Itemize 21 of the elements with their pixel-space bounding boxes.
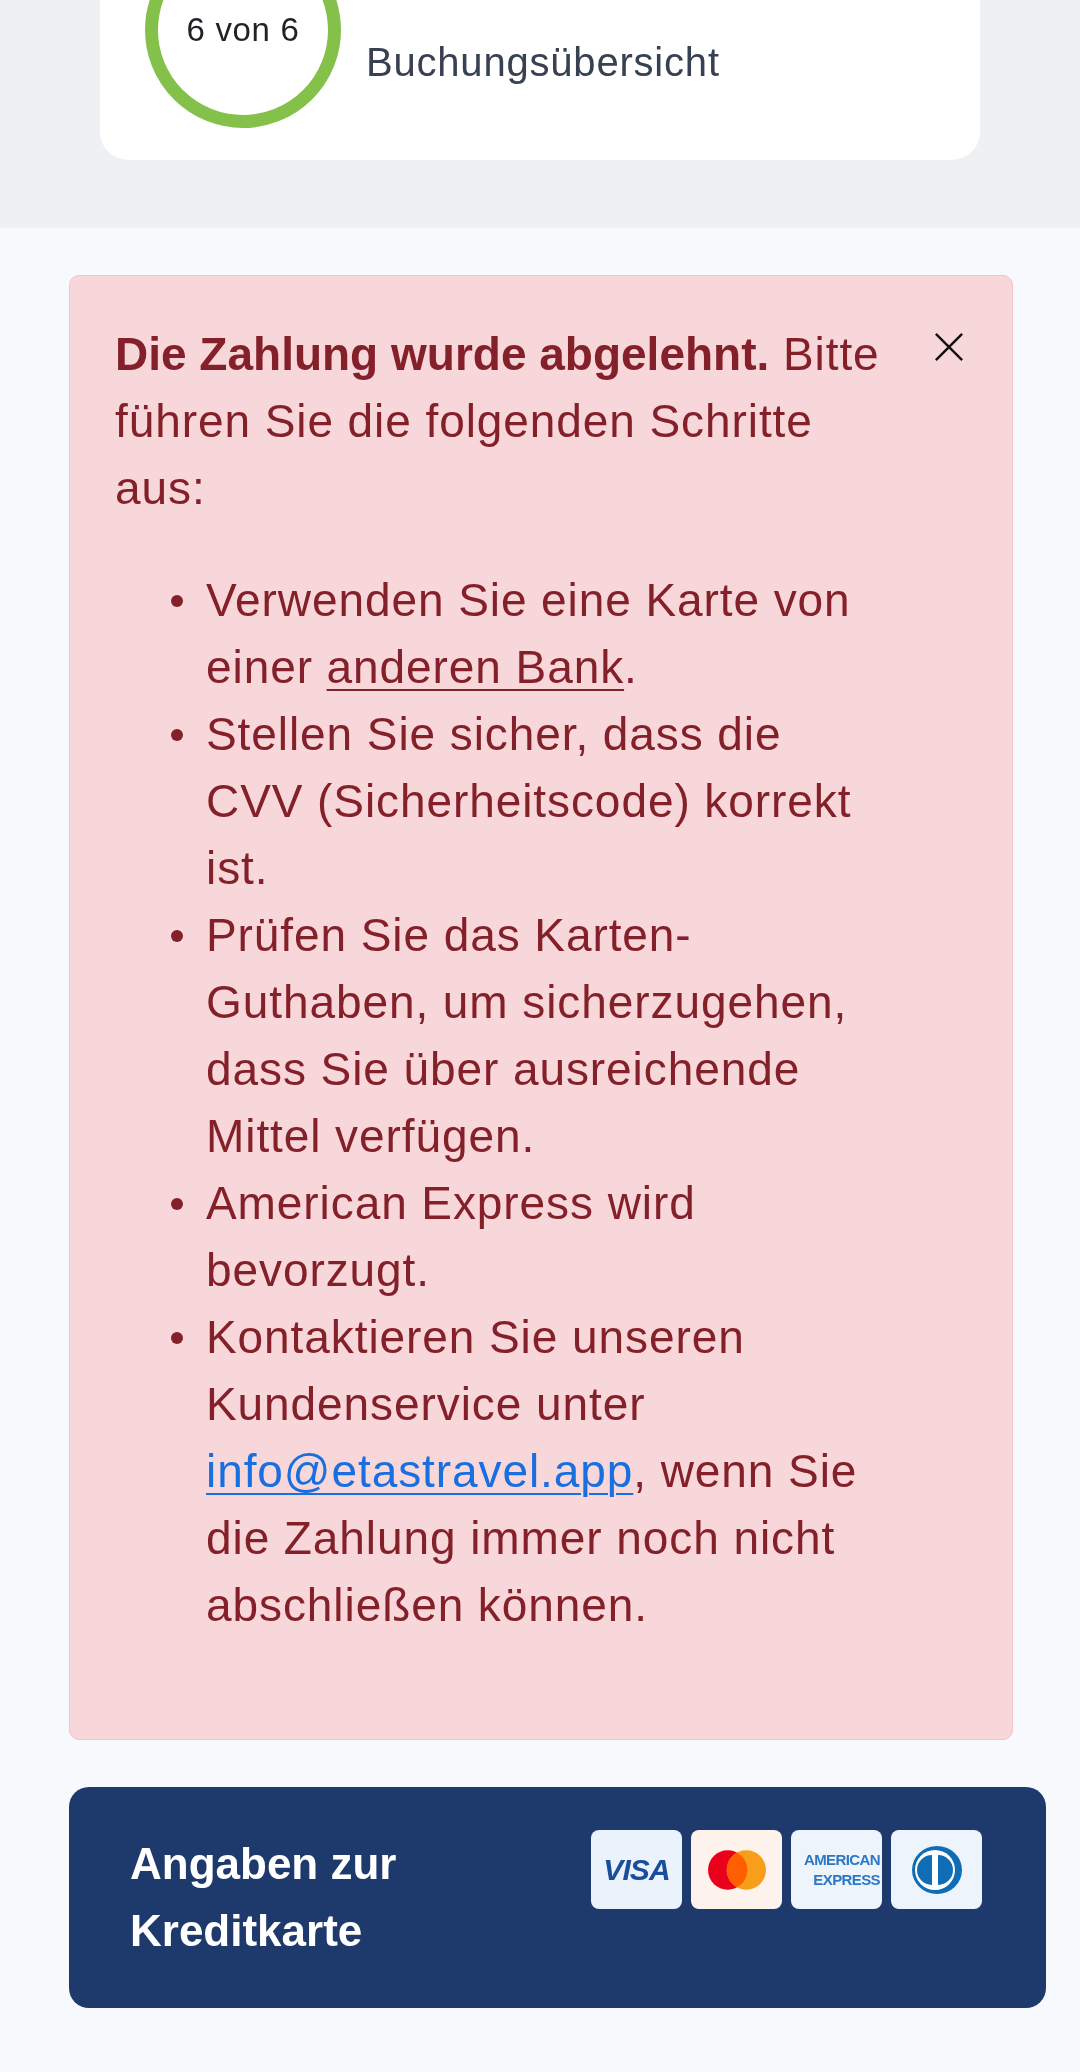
bullet-icon: [171, 728, 183, 741]
progress-label: 6 von 6: [186, 10, 300, 50]
step-text: Prüfen Sie das Karten-Guthaben, um sicherzugehen, dass Sie über ausreichende Mittel verfügen.: [206, 908, 849, 1164]
step-text: American Express wird bevorzugt.: [206, 1176, 697, 1298]
step-text: Stellen Sie sicher, dass die CVV (Sicherheitscode) korrekt ist.: [206, 707, 853, 896]
mastercard-logo-icon: [691, 1830, 782, 1909]
text-link[interactable]: anderen Bank: [326, 641, 625, 693]
alert-message: Die Zahlung wurde abgelehnt. Bitte führen Sie die folgenden Schritte aus:: [115, 327, 881, 516]
bullet-icon: [171, 594, 183, 607]
american-express-logo: AMERICAN EXPRESS: [791, 1830, 882, 1909]
email-link[interactable]: info@etastravel.app: [206, 1445, 634, 1497]
bullet-icon: [171, 1197, 183, 1210]
step-text: Kontaktieren Sie unseren Kundenservice unter info@etastravel.app, wenn Sie die Zahlung immer noch nicht abschließen können.: [206, 1310, 859, 1633]
step-text: Verwenden Sie eine Karte von einer anderen Bank.: [206, 573, 852, 695]
step-subtitle: Buchungsübersicht: [366, 39, 720, 86]
bullet-icon: [171, 929, 183, 942]
panel-title: Angaben zur Kreditkarte: [130, 1838, 398, 1957]
visa-logo: VISA: [591, 1830, 682, 1909]
bullet-icon: [171, 1331, 183, 1344]
close-icon: [934, 332, 964, 362]
diners-club-logo-icon: [891, 1830, 982, 1909]
